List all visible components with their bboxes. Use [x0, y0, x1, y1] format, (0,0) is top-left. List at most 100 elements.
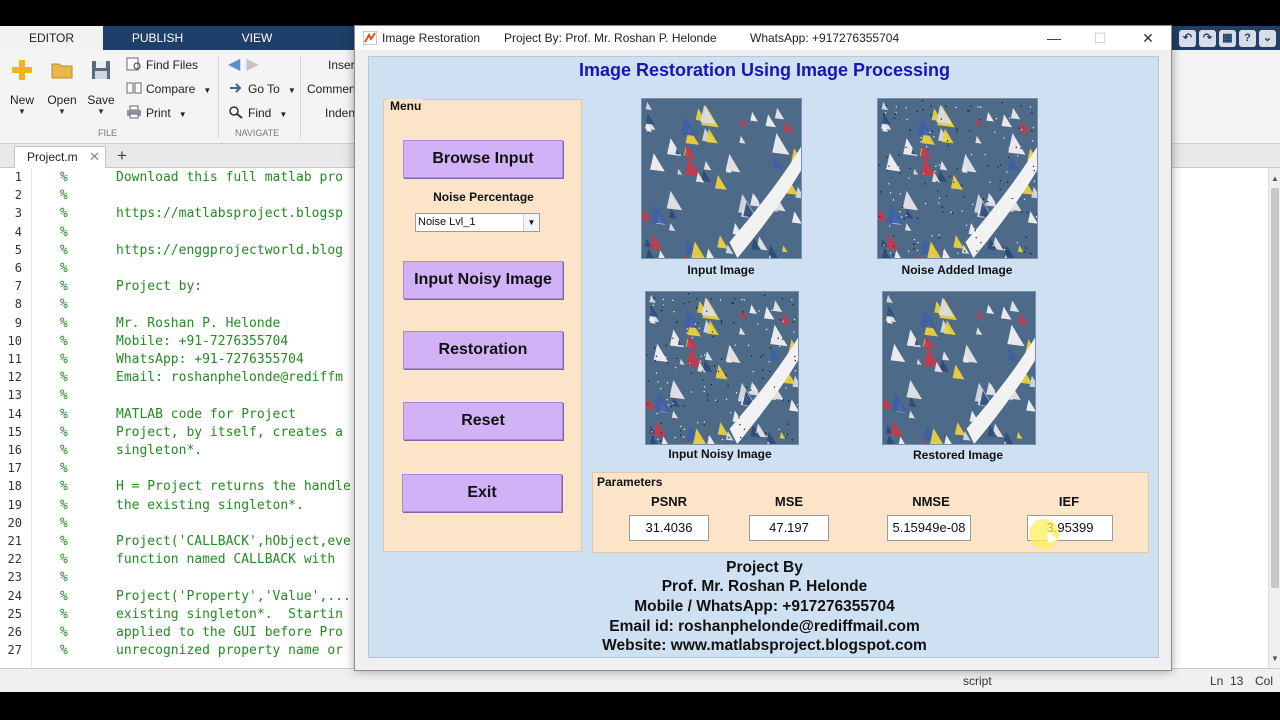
- comment-marker: %: [60, 388, 68, 404]
- mse-value[interactable]: 47.197: [749, 515, 829, 541]
- line-number: 14: [7, 406, 22, 421]
- add-tab-button[interactable]: +: [112, 146, 132, 166]
- exit-button[interactable]: Exit: [402, 474, 562, 512]
- tab-publish[interactable]: PUBLISH: [110, 26, 205, 50]
- print-button[interactable]: Print ▼: [126, 104, 187, 122]
- code-text: Download this full matlab pro: [116, 170, 343, 185]
- code-text: existing singleton*. Startin: [116, 606, 343, 622]
- code-text: function named CALLBACK with: [116, 552, 336, 568]
- code-line: % H = Project returns the handle: [60, 479, 351, 494]
- comment-marker: %: [60, 206, 68, 222]
- maximize-button[interactable]: ☐: [1085, 28, 1115, 48]
- tab-view[interactable]: VIEW: [212, 26, 302, 50]
- noise-added-image-picture: [878, 99, 1037, 258]
- scroll-down-icon[interactable]: ▼: [1269, 654, 1280, 666]
- file-tab-project[interactable]: Project.m ✕: [14, 146, 106, 168]
- close-window-button[interactable]: ✕: [1133, 28, 1163, 48]
- open-button[interactable]: Open ▼: [42, 58, 82, 117]
- code-line: %: [60, 516, 116, 531]
- go-to-button[interactable]: Go To ▼: [228, 80, 296, 98]
- go-to-icon: [230, 83, 242, 93]
- matlab-figure-icon: [363, 31, 377, 45]
- editor-scrollbar[interactable]: ▲ ▼: [1268, 168, 1280, 668]
- nmse-value[interactable]: 5.15949e-08: [887, 515, 971, 541]
- save-button[interactable]: Save ▼: [81, 58, 121, 117]
- line-number-gutter: 1 2 3 4 5 6 7 8 9 10 11 12 13 14 15 16 17 18 19 20 21 22 23 24 2…: [0, 168, 32, 668]
- credits-website: Website: www.matlabsproject.blogspot.com: [602, 637, 927, 654]
- restored-image: [882, 291, 1036, 445]
- print-label: Print: [146, 106, 171, 120]
- line-number: 4: [14, 224, 22, 239]
- line-number: 1: [14, 170, 22, 184]
- parameters-title: Parameters: [597, 475, 663, 489]
- code-text: Project, by itself, creates a: [116, 424, 343, 440]
- line-number: 3: [14, 206, 22, 221]
- line-number: 5: [14, 242, 22, 257]
- input-image: [641, 98, 802, 259]
- switch-windows-icon[interactable]: ▦: [1219, 30, 1236, 47]
- code-line: % singleton*.: [60, 443, 202, 458]
- code-line: %: [60, 388, 116, 403]
- forward-arrow-icon[interactable]: ▶: [246, 56, 258, 73]
- floppy-disk-icon: [92, 61, 110, 79]
- tab-editor[interactable]: EDITOR: [0, 26, 103, 50]
- minimize-button[interactable]: —: [1039, 28, 1069, 48]
- line-number: 20: [7, 515, 22, 530]
- comment-marker: %: [60, 552, 68, 568]
- line-number: 10: [7, 333, 22, 348]
- quick-access-toolbar: ↶ ↷ ▦ ? ⌄: [1179, 30, 1276, 48]
- scroll-up-icon[interactable]: ▲: [1269, 174, 1280, 186]
- redo-icon[interactable]: ↷: [1199, 30, 1216, 47]
- line-number: 21: [7, 534, 22, 548]
- find-files-button[interactable]: Find Files: [126, 56, 198, 74]
- code-line: % Mobile: +91-7276355704: [60, 334, 288, 349]
- line-number: 17: [7, 461, 22, 476]
- help-icon[interactable]: ?: [1239, 30, 1256, 47]
- file-group-label: FILE: [98, 128, 118, 138]
- comment-marker: %: [60, 406, 68, 422]
- input-noisy-image-caption: Input Noisy Image: [668, 447, 772, 461]
- comment-marker: %: [60, 643, 68, 659]
- menu-panel-title: Menu: [388, 99, 424, 113]
- back-arrow-icon[interactable]: ◀: [228, 56, 240, 73]
- folder-icon: [51, 63, 73, 79]
- input-noisy-image-button[interactable]: Input Noisy Image: [403, 261, 563, 299]
- line-number: 22: [7, 552, 22, 567]
- nav-arrows[interactable]: ◀ ▶: [228, 56, 259, 74]
- comment-marker: %: [60, 224, 68, 240]
- undo-icon[interactable]: ↶: [1179, 30, 1196, 47]
- comment-marker: %: [60, 261, 68, 276]
- psnr-value[interactable]: 31.4036: [629, 515, 709, 541]
- code-text: unrecognized property name or: [116, 643, 343, 659]
- compare-button[interactable]: Compare ▼: [126, 80, 211, 98]
- find-files-icon: [126, 57, 141, 71]
- browse-input-button[interactable]: Browse Input: [403, 140, 563, 178]
- collapse-ribbon-icon[interactable]: ⌄: [1259, 30, 1276, 47]
- comment-marker: %: [60, 170, 68, 185]
- noise-level-select[interactable]: Noise Lvl_1 ▼: [415, 213, 540, 232]
- code-line: % unrecognized property name or: [60, 643, 343, 658]
- code-line: %: [60, 225, 116, 240]
- reset-button[interactable]: Reset: [403, 402, 563, 440]
- scrollbar-thumb[interactable]: [1271, 188, 1279, 588]
- ribbon-separator: [218, 56, 219, 138]
- code-text: Mobile: +91-7276355704: [116, 333, 289, 349]
- code-line: % MATLAB code for Project: [60, 407, 296, 422]
- code-text: https://enggprojectworld.blog: [116, 242, 343, 258]
- comment-marker: %: [60, 242, 68, 258]
- credits-mobile: Mobile / WhatsApp: +917276355704: [634, 598, 895, 615]
- new-button[interactable]: New ▼: [2, 58, 42, 117]
- window-title: Image Restoration: [382, 31, 481, 45]
- line-number: 2: [14, 188, 22, 203]
- find-button[interactable]: Find ▼: [228, 104, 287, 122]
- code-text: Email: roshanphelonde@rediffm: [116, 370, 343, 386]
- restoration-button[interactable]: Restoration: [403, 331, 563, 369]
- status-bar: script Ln 13 Col: [0, 668, 1280, 692]
- code-line: %: [60, 188, 116, 203]
- comment-button[interactable]: Comment: [307, 80, 359, 98]
- chevron-down-icon: ▼: [279, 110, 288, 119]
- chevron-down-icon[interactable]: ▼: [523, 214, 539, 231]
- close-icon[interactable]: ✕: [89, 147, 100, 167]
- line-number: 18: [7, 479, 22, 494]
- line-number: 26: [7, 625, 22, 639]
